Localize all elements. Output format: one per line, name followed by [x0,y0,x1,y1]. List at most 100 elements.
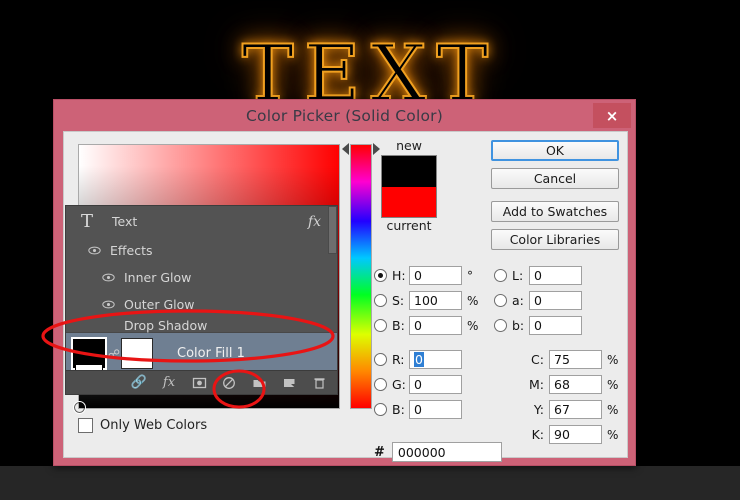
input-r[interactable]: 0 [409,350,462,369]
radio-g[interactable] [374,378,387,391]
color-value-fields: H: 0 ° L: 0 S: 100 % [374,263,629,447]
layer-name-outer-glow: Outer Glow [124,297,195,312]
dialog-button-column: OK Cancel Add to Swatches Color Librarie… [491,140,619,257]
hex-input[interactable]: 000000 [392,442,502,462]
layer-thumbnail-color-fill[interactable] [71,337,107,370]
row-r-c: R: 0 C: 75 % [374,347,629,372]
folder-icon[interactable] [251,376,267,390]
only-web-colors-checkbox[interactable] [78,418,93,433]
radio-r[interactable] [374,353,387,366]
input-m[interactable]: 68 [549,375,602,394]
label-b-brightness: B: [392,318,409,333]
current-color-swatch[interactable] [382,187,436,218]
unit-k: % [607,428,619,442]
layers-scrollbar[interactable] [328,206,337,254]
new-color-swatch[interactable] [382,156,436,187]
label-s: S: [392,293,409,308]
eye-icon[interactable] [88,244,101,257]
input-a[interactable]: 0 [529,291,582,310]
layer-row-text[interactable]: T Text fx [66,206,337,237]
workspace-bottom-band [0,466,740,500]
input-y[interactable]: 67 [549,400,602,419]
row-s-a: S: 100 % a: 0 [374,288,629,313]
input-h[interactable]: 0 [409,266,462,285]
link-icon[interactable]: ☍ [107,347,121,361]
fx-icon[interactable]: fx [161,375,177,390]
color-libraries-button[interactable]: Color Libraries [491,229,619,250]
layer-name-inner-glow: Inner Glow [124,270,191,285]
row-h-l: H: 0 ° L: 0 [374,263,629,288]
unit-y: % [607,403,619,417]
text-layer-icon: T [74,211,100,232]
layer-mask-thumbnail[interactable] [121,338,153,369]
layers-panel: T Text fx Effects Inner Glow Outer Glow … [65,205,338,395]
layer-row-drop-shadow[interactable]: Drop Shadow [66,318,337,332]
eye-icon[interactable] [102,298,115,311]
layers-panel-toolbar: 🔗 fx [66,370,337,394]
layer-row-effects[interactable]: Effects [66,237,337,264]
label-b-blue: B: [392,402,409,417]
label-m: M: [518,377,544,392]
row-b-y: B: 0 Y: 67 % [374,397,629,422]
label-r: R: [392,352,409,367]
label-y: Y: [518,402,544,417]
input-c[interactable]: 75 [549,350,602,369]
input-b-brightness[interactable]: 0 [409,316,462,335]
label-c: C: [518,352,544,367]
layer-row-inner-glow[interactable]: Inner Glow [66,264,337,291]
only-web-colors-label: Only Web Colors [100,418,207,433]
new-layer-icon[interactable] [281,376,297,390]
radio-b-brightness[interactable] [374,319,387,332]
hue-slider[interactable] [350,144,372,409]
radio-b-blue[interactable] [374,403,387,416]
only-web-colors-row[interactable]: Only Web Colors [78,418,207,433]
dialog-titlebar[interactable]: Color Picker (Solid Color) × [54,100,635,131]
adjustment-icon[interactable] [221,376,237,390]
new-color-label: new [377,138,441,153]
close-icon[interactable]: × [593,103,631,128]
row-b-b: B: 0 % b: 0 [374,313,629,338]
input-b-blue[interactable]: 0 [409,400,462,419]
cancel-button[interactable]: Cancel [491,168,619,189]
row-g-m: G: 0 M: 68 % [374,372,629,397]
unit-h: ° [467,269,479,283]
layer-name-effects: Effects [110,243,153,258]
layer-name-color-fill-1: Color Fill 1 [177,346,245,361]
mask-icon[interactable] [191,376,207,390]
hex-prefix: # [374,445,385,460]
color-preview-box [381,155,437,218]
dialog-title: Color Picker (Solid Color) [246,107,443,125]
input-r-value: 0 [414,352,424,367]
ok-button[interactable]: OK [491,140,619,161]
input-l[interactable]: 0 [529,266,582,285]
color-field-cursor[interactable] [73,401,86,414]
trash-icon[interactable] [311,376,327,390]
input-k[interactable]: 90 [549,425,602,444]
eye-icon[interactable] [102,271,115,284]
hue-slider-left-marker [342,143,349,155]
add-to-swatches-button[interactable]: Add to Swatches [491,201,619,222]
layer-row-color-fill-1[interactable]: ☍ Color Fill 1 [66,332,337,375]
radio-h[interactable] [374,269,387,282]
radio-s[interactable] [374,294,387,307]
color-preview: new current [377,138,441,233]
label-k: K: [518,427,544,442]
unit-m: % [607,378,619,392]
link-icon[interactable]: 🔗 [131,375,147,390]
input-g[interactable]: 0 [409,375,462,394]
input-s[interactable]: 100 [409,291,462,310]
fx-icon[interactable]: fx [308,214,321,230]
label-l: L: [512,268,529,283]
radio-b-lab[interactable] [494,319,507,332]
label-a: a: [512,293,529,308]
radio-l[interactable] [494,269,507,282]
input-b-lab[interactable]: 0 [529,316,582,335]
hex-row: # 000000 [374,442,502,462]
label-g: G: [392,377,409,392]
unit-c: % [607,353,619,367]
current-color-label: current [377,218,441,233]
layer-row-outer-glow[interactable]: Outer Glow [66,291,337,318]
layer-name-text: Text [112,214,137,229]
unit-s: % [467,294,479,308]
radio-a[interactable] [494,294,507,307]
